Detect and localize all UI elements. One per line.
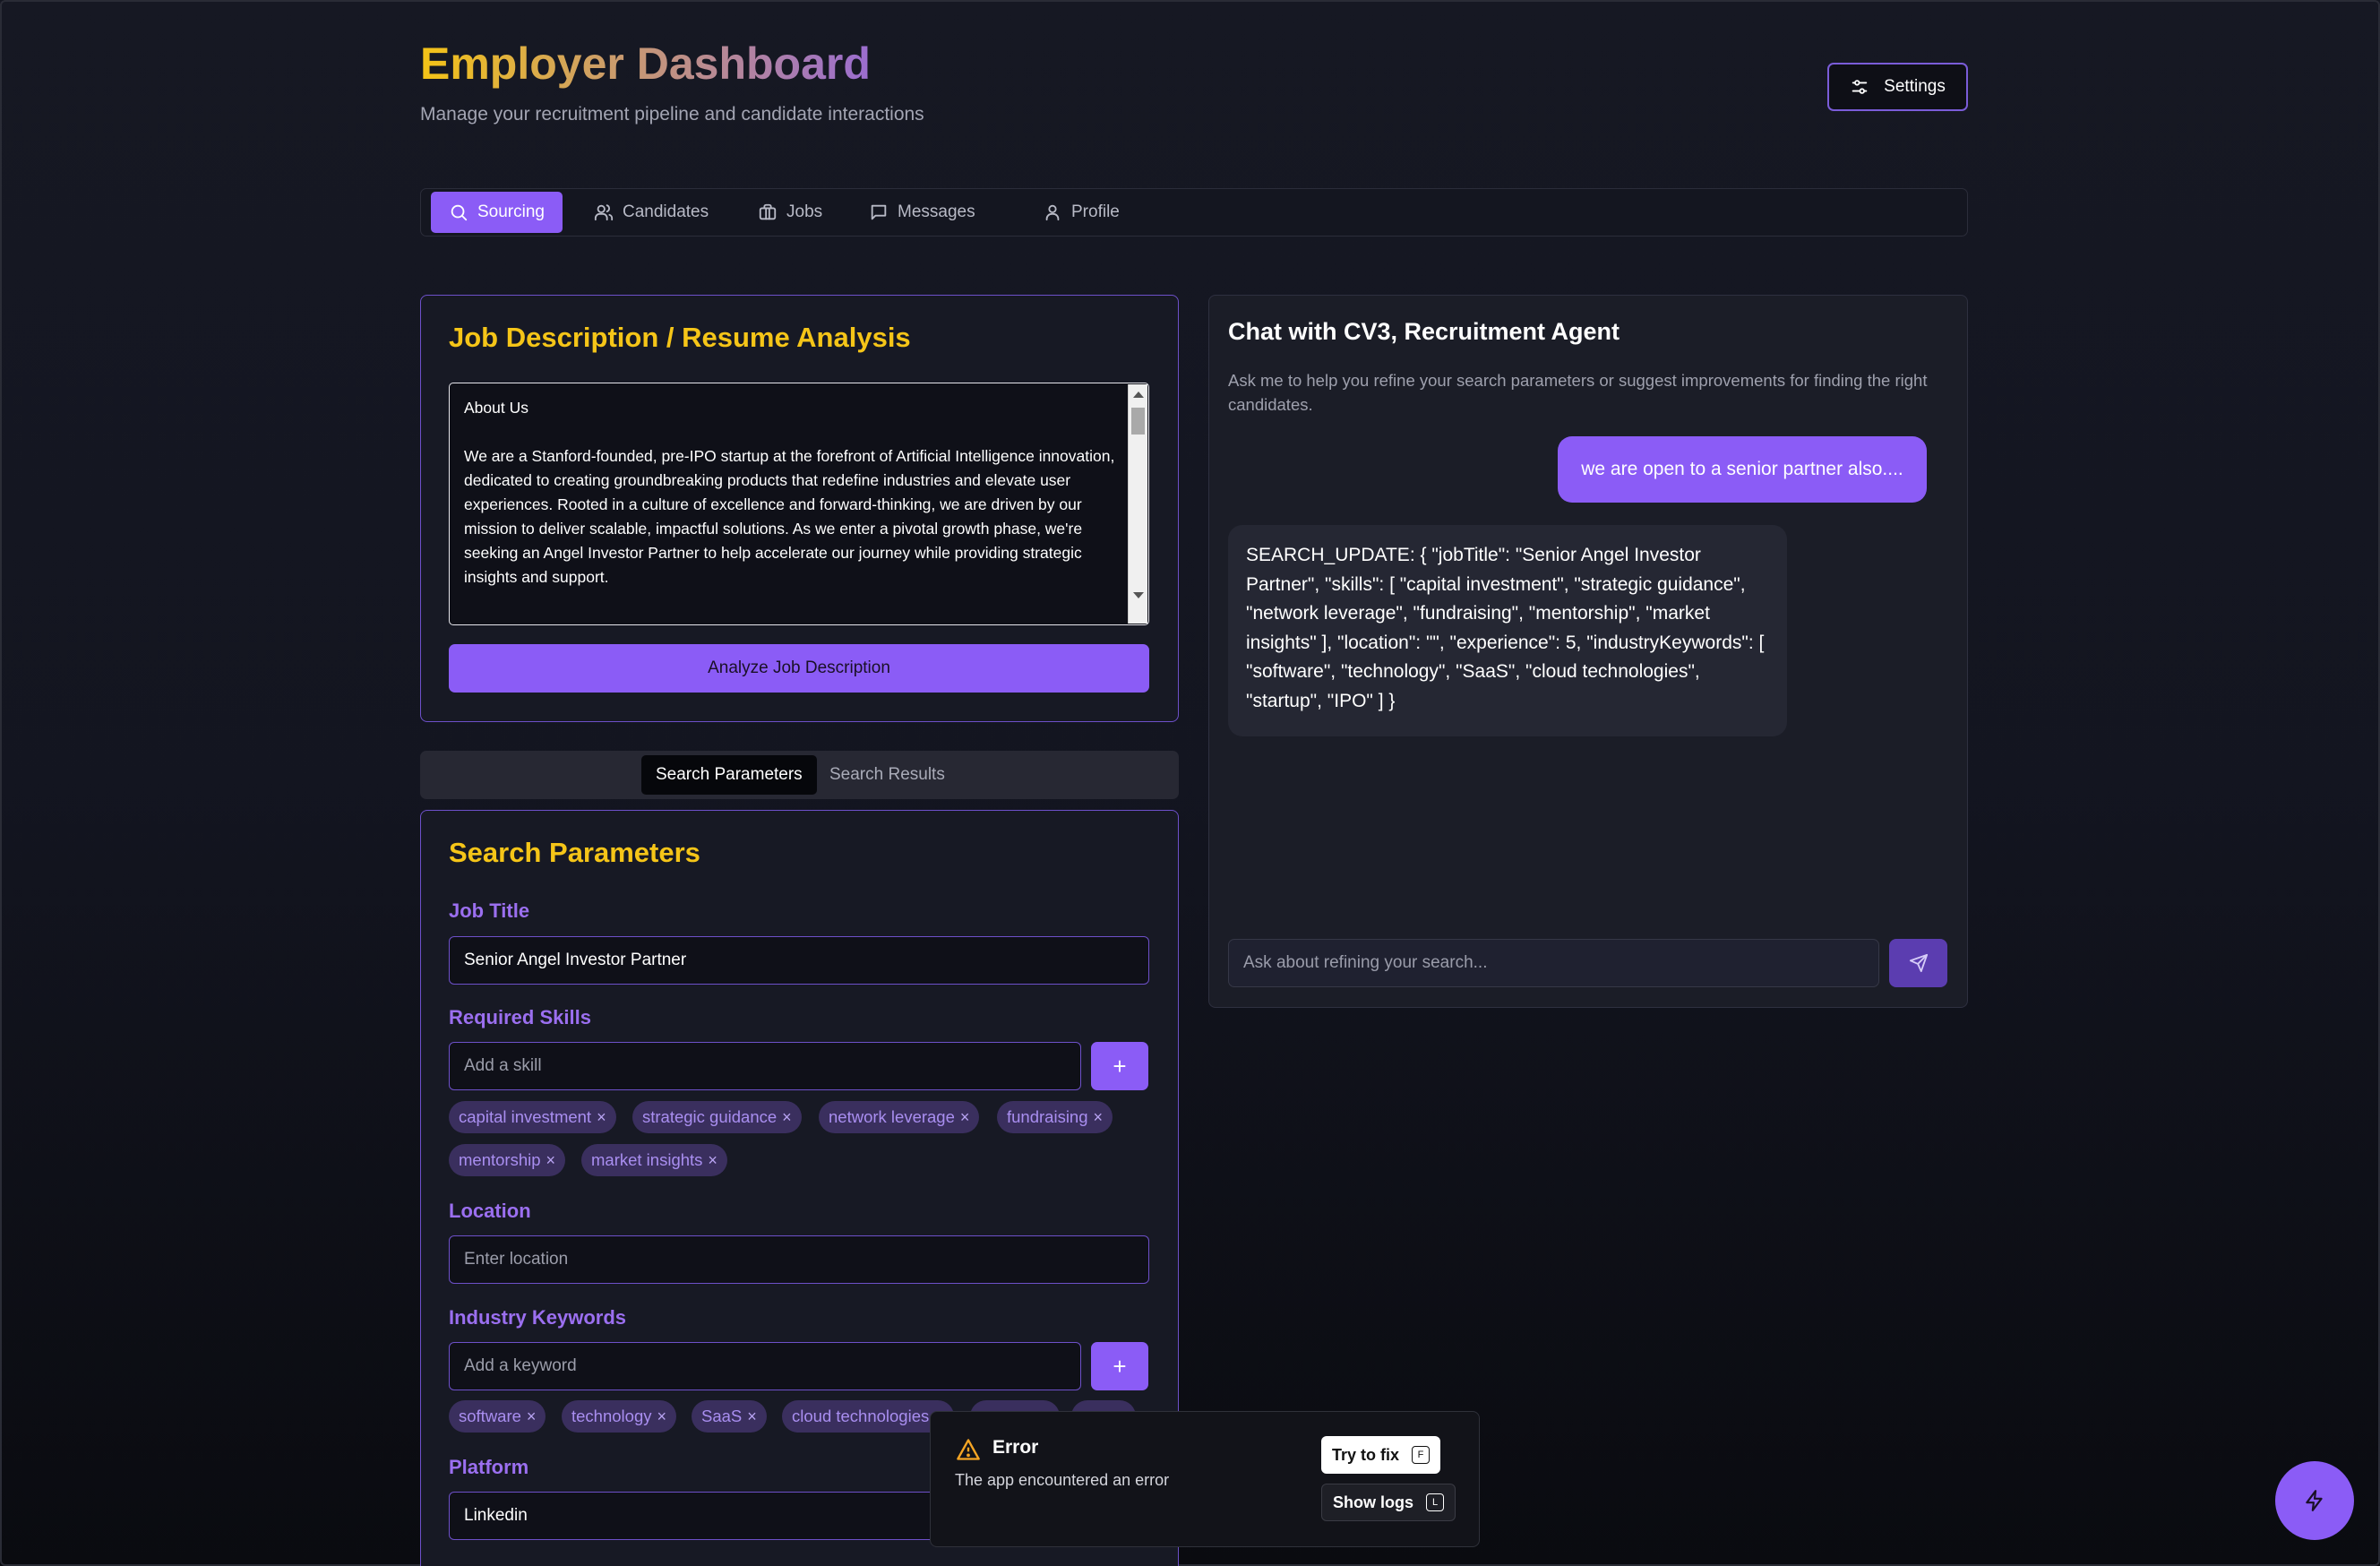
floating-action-button[interactable] — [2275, 1461, 2354, 1540]
scroll-up-icon — [1133, 392, 1144, 398]
search-icon — [451, 204, 468, 221]
show-logs-button[interactable]: Show logs L — [1321, 1484, 1456, 1521]
add-skill-button[interactable]: + — [1091, 1042, 1148, 1090]
skill-chip: mentorship × — [449, 1144, 566, 1176]
industry-keywords-label: Industry Keywords — [449, 1306, 627, 1329]
remove-chip-icon[interactable]: × — [546, 1151, 556, 1170]
keyword-chip: cloud technologies× — [782, 1400, 954, 1433]
tab-label: Profile — [1071, 202, 1120, 221]
search-parameters-title: Search Parameters — [449, 837, 700, 868]
location-label: Location — [449, 1200, 531, 1222]
remove-chip-icon[interactable]: × — [747, 1407, 757, 1426]
chip-label: SaaS — [701, 1407, 743, 1425]
tab-messages[interactable]: Messages — [851, 192, 993, 233]
chip-label: capital investment — [459, 1107, 592, 1126]
settings-button[interactable]: Settings — [1827, 63, 1968, 111]
briefcase-icon — [759, 203, 777, 220]
scroll-thumb[interactable] — [1131, 408, 1145, 435]
jd-heading: About Us — [464, 399, 528, 417]
shortcut-key: F — [1412, 1446, 1431, 1464]
tab-label: Jobs — [786, 202, 823, 221]
job-title-input[interactable]: Senior Angel Investor Partner — [449, 936, 1149, 985]
warning-icon — [957, 1439, 980, 1460]
tab-label: Sourcing — [477, 202, 545, 221]
chip-label: network leverage — [829, 1107, 955, 1126]
user-message-bubble: we are open to a senior partner also.... — [1558, 436, 1927, 503]
user-icon — [1045, 204, 1060, 221]
tab-candidates[interactable]: Candidates — [576, 192, 726, 233]
chat-input[interactable]: Ask about refining your search... — [1228, 939, 1879, 987]
platform-label: Platform — [449, 1456, 529, 1478]
tab-jobs[interactable]: Jobs — [740, 192, 840, 233]
remove-chip-icon[interactable]: × — [1094, 1108, 1104, 1127]
remove-chip-icon[interactable]: × — [527, 1407, 537, 1426]
try-to-fix-button[interactable]: Try to fix F — [1321, 1436, 1441, 1474]
send-icon — [1909, 953, 1928, 973]
sliders-icon — [1852, 80, 1868, 94]
tab-label: Candidates — [623, 202, 709, 221]
chip-label: fundraising — [1007, 1107, 1088, 1126]
keyword-chip: SaaS × — [692, 1400, 767, 1433]
main-tab-bar: Sourcing Candidates Jobs Messages Profil… — [420, 188, 1968, 237]
keyword-chip: software × — [449, 1400, 546, 1433]
shortcut-key: L — [1426, 1493, 1444, 1511]
analysis-title: Job Description / Resume Analysis — [449, 322, 911, 353]
try-to-fix-label: Try to fix — [1332, 1445, 1400, 1464]
skill-input[interactable]: Add a skill — [449, 1042, 1081, 1090]
users-icon — [594, 204, 614, 221]
remove-chip-icon[interactable]: × — [597, 1108, 606, 1127]
subtab-search-parameters[interactable]: Search Parameters — [641, 755, 817, 795]
tab-sourcing[interactable]: Sourcing — [431, 192, 563, 233]
remove-chip-icon[interactable]: × — [708, 1151, 717, 1170]
remove-chip-icon[interactable]: × — [782, 1108, 792, 1127]
error-message: The app encountered an error — [955, 1471, 1170, 1489]
send-button[interactable] — [1889, 939, 1947, 987]
chat-description: Ask me to help you refine your search pa… — [1228, 371, 1928, 414]
skill-chip: strategic guidance × — [632, 1101, 802, 1133]
chip-label: strategic guidance — [642, 1107, 778, 1126]
add-keyword-button[interactable]: + — [1091, 1342, 1148, 1390]
keyword-chip: technology × — [562, 1400, 676, 1433]
chip-label: mentorship — [459, 1150, 541, 1169]
keyword-input[interactable]: Add a keyword — [449, 1342, 1081, 1390]
textarea-scrollbar[interactable] — [1128, 384, 1147, 624]
skill-chip: fundraising × — [997, 1101, 1113, 1133]
skill-chip: market insights × — [581, 1144, 727, 1176]
lightning-icon — [2306, 1490, 2323, 1511]
error-title: Error — [992, 1437, 1039, 1458]
chip-label: market insights — [591, 1150, 703, 1169]
chip-label: cloud technologies — [792, 1407, 930, 1425]
tab-profile[interactable]: Profile — [1025, 192, 1138, 233]
chip-label: technology — [571, 1407, 652, 1425]
agent-message-bubble: SEARCH_UPDATE: { "jobTitle": "Senior Ang… — [1228, 525, 1787, 736]
jd-body: We are a Stanford-founded, pre-IPO start… — [464, 447, 1115, 586]
page-subtitle: Manage your recruitment pipeline and can… — [420, 104, 924, 125]
chat-title: Chat with CV3, Recruitment Agent — [1228, 318, 1620, 345]
search-subtab-bar: Search Parameters Search Results — [420, 751, 1179, 799]
required-skills-label: Required Skills — [449, 1006, 591, 1028]
skill-chip: network leverage × — [819, 1101, 980, 1133]
message-icon — [871, 204, 887, 220]
remove-chip-icon[interactable]: × — [960, 1108, 970, 1127]
scroll-down-icon — [1133, 592, 1144, 598]
chip-label: software — [459, 1407, 521, 1425]
page-title: Employer Dashboard — [420, 39, 871, 89]
job-title-label: Job Title — [449, 899, 530, 922]
remove-chip-icon[interactable]: × — [657, 1407, 666, 1426]
settings-label: Settings — [1884, 77, 1946, 96]
tab-label: Messages — [898, 202, 975, 221]
job-description-textarea[interactable]: About Us We are a Stanford-founded, pre-… — [449, 383, 1149, 625]
skill-chip: capital investment × — [449, 1101, 616, 1133]
subtab-search-results[interactable]: Search Results — [815, 755, 959, 795]
show-logs-label: Show logs — [1333, 1493, 1413, 1511]
location-input[interactable]: Enter location — [449, 1235, 1149, 1284]
analyze-job-description-button[interactable]: Analyze Job Description — [449, 644, 1149, 693]
